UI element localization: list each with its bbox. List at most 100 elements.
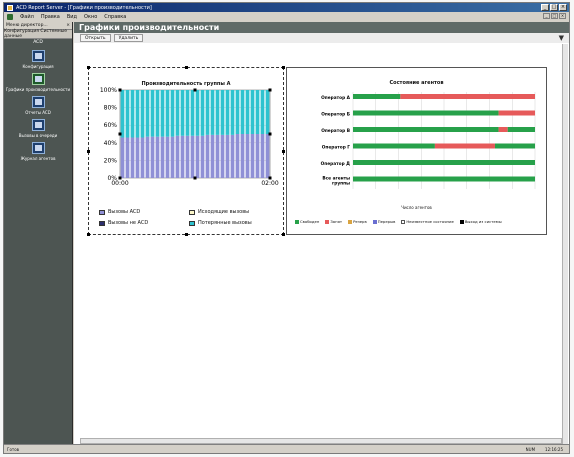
bar-segment <box>155 90 160 137</box>
y-tick-label: 60% <box>104 122 118 129</box>
bar-segment <box>120 137 125 178</box>
toolbar: Открыть Удалить ▼ <box>74 33 569 43</box>
menu-view[interactable]: Вид <box>67 14 77 20</box>
sidebar-item-label: Конфигурация <box>22 64 54 69</box>
open-button[interactable]: Открыть <box>80 34 111 42</box>
legend-reserve: Резерв <box>348 219 367 224</box>
bar-segment <box>130 137 135 178</box>
bar-segment <box>220 90 225 135</box>
bar-segment <box>170 136 175 178</box>
plot-handle <box>268 88 272 92</box>
bar-segment <box>210 90 215 135</box>
document-icon[interactable] <box>7 13 13 20</box>
bar-segment <box>135 137 140 178</box>
chart-b-xlabel: Число агентов <box>401 205 432 210</box>
resize-handle[interactable] <box>87 233 90 236</box>
report-icon <box>31 96 45 108</box>
window-title: ACD Report Server - [Графики производите… <box>16 4 152 11</box>
remove-button[interactable]: Удалить <box>113 34 144 42</box>
sidebar-close-icon[interactable]: × <box>66 23 70 28</box>
resize-handle[interactable] <box>185 233 188 236</box>
bar-segment <box>175 90 180 136</box>
menu-window[interactable]: Окно <box>84 14 97 20</box>
bar-segment <box>200 90 205 136</box>
queue-icon <box>31 119 45 131</box>
bar-segment <box>150 90 155 137</box>
resize-handle[interactable] <box>87 150 90 153</box>
resize-handle[interactable] <box>282 150 285 153</box>
state-bar <box>498 110 535 116</box>
menu-help[interactable]: Справка <box>104 14 126 20</box>
legend-outgoing: Исходящие вызовы <box>189 209 249 215</box>
status-num: NUM <box>525 446 536 452</box>
resize-handle[interactable] <box>87 66 90 69</box>
bar-segment <box>145 136 150 178</box>
bar-segment <box>185 90 190 136</box>
mdi-restore-button[interactable]: □ <box>551 13 558 19</box>
sidebar-section-button[interactable]: Конфигурация Системные данные <box>4 29 72 39</box>
category-label: Оператор Б <box>321 112 350 118</box>
bar-segment <box>185 135 190 178</box>
chart-panel-agents[interactable]: Состояние агентов Оператор А Оператор Б Оп… <box>286 67 547 235</box>
legend-busy: Занят <box>325 219 342 224</box>
app-icon <box>7 4 13 11</box>
menu-file[interactable]: Файл <box>20 14 34 20</box>
page-title: Графики производительности <box>74 22 569 33</box>
resize-handle[interactable] <box>282 233 285 236</box>
menu-edit[interactable]: Правка <box>41 14 60 20</box>
bar-segment <box>230 90 235 135</box>
sidebar: Меню директор... × Конфигурация Системны… <box>4 22 73 445</box>
bar-segment <box>195 90 200 136</box>
minimize-button[interactable]: _ <box>541 4 549 11</box>
maximize-button[interactable]: □ <box>550 4 558 11</box>
bar-segment <box>245 90 250 134</box>
y-tick-label: 40% <box>104 140 118 147</box>
sidebar-item-queue[interactable]: Вызовы в очереди <box>4 119 72 138</box>
legend-free: Свободен <box>295 219 319 224</box>
chart-panel-group-a[interactable]: Производительность группы А 0% 20% 40% 60% 8… <box>87 66 285 236</box>
filter-icon[interactable]: ▼ <box>559 34 564 42</box>
bar-segment <box>125 90 130 138</box>
bar-segment <box>150 136 155 178</box>
sidebar-item-label: Отчеты ACD <box>25 110 51 115</box>
state-bar <box>353 143 435 149</box>
bar-segment <box>160 90 165 137</box>
bar-segment <box>200 135 205 178</box>
sidebar-item-config[interactable]: Конфигурация <box>4 50 72 69</box>
resize-handle[interactable] <box>185 66 188 69</box>
x-tick-label: 02:00 <box>261 180 278 187</box>
bar-segment <box>190 135 195 178</box>
resize-handle[interactable] <box>282 66 285 69</box>
legend-break: Перерыв <box>372 219 395 224</box>
mdi-minimize-button[interactable]: _ <box>543 13 550 19</box>
close-button[interactable]: × <box>559 4 567 11</box>
legend-label: Вызовы не ACD <box>108 220 149 226</box>
bar-segment <box>155 136 160 178</box>
sidebar-item-log[interactable]: Журнал агентов <box>4 142 72 161</box>
vertical-scrollbar[interactable] <box>562 44 568 444</box>
bar-segment <box>235 90 240 134</box>
category-label: Оператор Д <box>321 161 351 167</box>
plot-handle <box>268 132 272 136</box>
state-bar <box>434 143 495 149</box>
bar-segment <box>255 134 260 178</box>
y-tick-label: 20% <box>104 157 118 164</box>
state-bar <box>353 127 499 132</box>
bar-segment <box>255 90 260 134</box>
bar-segment <box>145 90 150 137</box>
legend-lost: Потерянные вызовы <box>189 220 252 226</box>
state-bar <box>494 143 535 149</box>
bar-segment <box>140 137 145 178</box>
mdi-close-button[interactable]: × <box>559 13 566 19</box>
plot-handle <box>268 176 272 180</box>
bar-segment <box>250 90 255 134</box>
sidebar-header-label: Меню директор... <box>6 23 48 28</box>
bar-segment <box>195 135 200 178</box>
bar-segment <box>140 90 145 138</box>
bar-segment <box>225 90 230 135</box>
plot-handle <box>118 176 122 180</box>
sidebar-item-reports[interactable]: Отчеты ACD <box>4 96 72 115</box>
sidebar-item-charts[interactable]: Графики производительности <box>4 73 72 92</box>
status-text: Готов <box>7 446 20 452</box>
legend-label: Потерянные вызовы <box>198 220 252 226</box>
